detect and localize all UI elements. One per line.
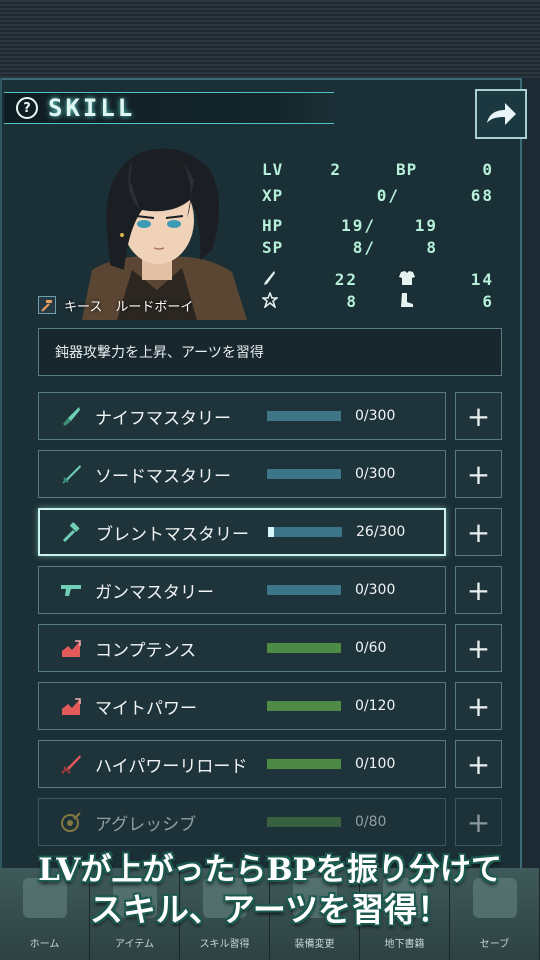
skill-progress-bar bbox=[267, 469, 341, 479]
xp-max: 68 bbox=[470, 186, 494, 205]
hp-max: 19 bbox=[414, 216, 438, 235]
armor-stat-icon bbox=[398, 270, 416, 290]
skill-row[interactable]: アグレッシブ 0/80 bbox=[38, 798, 446, 846]
skill-progress-bar bbox=[267, 411, 341, 421]
star-stat-icon bbox=[260, 290, 280, 312]
skill-progress-bar bbox=[268, 527, 342, 537]
attack-value: 22 bbox=[334, 270, 358, 289]
sword-icon bbox=[59, 462, 83, 486]
add-skill-point-button[interactable]: + bbox=[455, 508, 502, 556]
skill-name: マイトパワー bbox=[95, 698, 197, 719]
skill-row[interactable]: ナイフマスタリー 0/300 bbox=[38, 392, 446, 440]
knife-icon bbox=[59, 404, 83, 428]
chart-up-icon bbox=[59, 694, 83, 718]
hammer-icon bbox=[38, 296, 56, 314]
sword-stat-icon bbox=[262, 270, 276, 290]
character-portrait bbox=[62, 140, 252, 320]
hp-value: 19/ bbox=[341, 216, 376, 235]
gun-icon bbox=[59, 578, 83, 602]
hp-label: HP bbox=[262, 216, 284, 235]
red-sword-icon bbox=[59, 752, 83, 776]
add-skill-point-button[interactable]: + bbox=[455, 450, 502, 498]
lv-value: 2 bbox=[330, 160, 342, 179]
bp-label: BP bbox=[396, 160, 418, 179]
top-decoration-bar bbox=[0, 0, 540, 78]
forward-button[interactable] bbox=[475, 89, 527, 139]
character-stats: LV 2 BP 0 XP 0/ 68 HP 19/ 19 SP 8/ 8 22 … bbox=[260, 160, 502, 316]
add-skill-point-button[interactable]: + bbox=[455, 682, 502, 730]
skill-row[interactable]: ガンマスタリー 0/300 bbox=[38, 566, 446, 614]
nav-label: ホーム bbox=[29, 939, 60, 950]
skill-name: ハイパワーリロード bbox=[95, 756, 248, 777]
add-skill-point-button[interactable]: + bbox=[455, 740, 502, 788]
target-icon bbox=[59, 810, 83, 834]
skill-row[interactable]: ハイパワーリロード 0/100 bbox=[38, 740, 446, 788]
skill-row[interactable]: ソードマスタリー 0/300 bbox=[38, 450, 446, 498]
skill-count: 0/300 bbox=[355, 582, 396, 598]
skill-row[interactable]: マイトパワー 0/120 bbox=[38, 682, 446, 730]
skill-progress-bar bbox=[267, 643, 341, 653]
sp-max: 8 bbox=[426, 238, 438, 257]
add-skill-point-button[interactable]: + bbox=[455, 566, 502, 614]
promo-banner: LVが上がったらBPを振り分けて スキル、アーツを習得！ bbox=[0, 850, 540, 930]
skill-progress-bar bbox=[267, 817, 341, 827]
magic-value: 8 bbox=[346, 292, 358, 311]
nav-label: スキル習得 bbox=[199, 939, 250, 950]
skill-count: 0/120 bbox=[355, 698, 396, 714]
nav-label: 装備変更 bbox=[294, 939, 335, 950]
character-name-row: キース ルードボーイ bbox=[38, 295, 193, 315]
xp-value: 0/ bbox=[376, 186, 400, 205]
skill-count: 0/300 bbox=[355, 466, 396, 482]
skill-name: ソードマスタリー bbox=[95, 466, 231, 487]
add-skill-point-button[interactable]: + bbox=[455, 392, 502, 440]
skill-progress-bar bbox=[267, 759, 341, 769]
sp-value: 8/ bbox=[352, 238, 376, 257]
skill-header: ? SKILL bbox=[4, 92, 334, 124]
skill-progress-bar bbox=[267, 701, 341, 711]
boot-stat-icon bbox=[398, 292, 414, 312]
skill-name: アグレッシブ bbox=[95, 814, 197, 835]
skill-progress-fill bbox=[268, 527, 274, 537]
skill-description: 鈍器攻撃力を上昇、アーツを習得 bbox=[38, 328, 502, 376]
promo-line-1: LVが上がったらBPを振り分けて bbox=[38, 852, 502, 888]
lv-label: LV bbox=[262, 160, 284, 179]
nav-label: アイテム bbox=[115, 939, 154, 950]
skill-count: 26/300 bbox=[356, 524, 406, 540]
skill-progress-bar bbox=[267, 585, 341, 595]
hammer-icon bbox=[60, 520, 84, 544]
xp-label: XP bbox=[262, 186, 284, 205]
skill-row[interactable]: ブレントマスタリー 26/300 bbox=[38, 508, 446, 556]
skill-count: 0/60 bbox=[355, 640, 387, 656]
arrow-right-icon bbox=[487, 103, 516, 125]
nav-label: 地下書籍 bbox=[384, 939, 425, 950]
help-icon[interactable]: ? bbox=[16, 97, 38, 119]
page-title: SKILL bbox=[48, 94, 136, 122]
skill-row[interactable]: コンプテンス 0/60 bbox=[38, 624, 446, 672]
promo-line-2: スキル、アーツを習得！ bbox=[89, 890, 451, 929]
skill-name: ブレントマスタリー bbox=[96, 524, 249, 545]
skill-name: ナイフマスタリー bbox=[95, 408, 231, 429]
speed-value: 6 bbox=[482, 292, 494, 311]
skill-count: 0/80 bbox=[355, 814, 387, 830]
bp-value: 0 bbox=[482, 160, 494, 179]
character-name: キース ルードボーイ bbox=[64, 299, 194, 315]
defense-value: 14 bbox=[470, 270, 494, 289]
nav-label: セーブ bbox=[479, 939, 510, 950]
add-skill-point-button[interactable]: + bbox=[455, 798, 502, 846]
skill-count: 0/100 bbox=[355, 756, 396, 772]
skill-name: ガンマスタリー bbox=[95, 582, 214, 603]
chart-up-icon bbox=[59, 636, 83, 660]
skill-name: コンプテンス bbox=[95, 640, 197, 661]
panel-border bbox=[0, 78, 2, 878]
add-skill-point-button[interactable]: + bbox=[455, 624, 502, 672]
sp-label: SP bbox=[262, 238, 284, 257]
skill-count: 0/300 bbox=[355, 408, 396, 424]
